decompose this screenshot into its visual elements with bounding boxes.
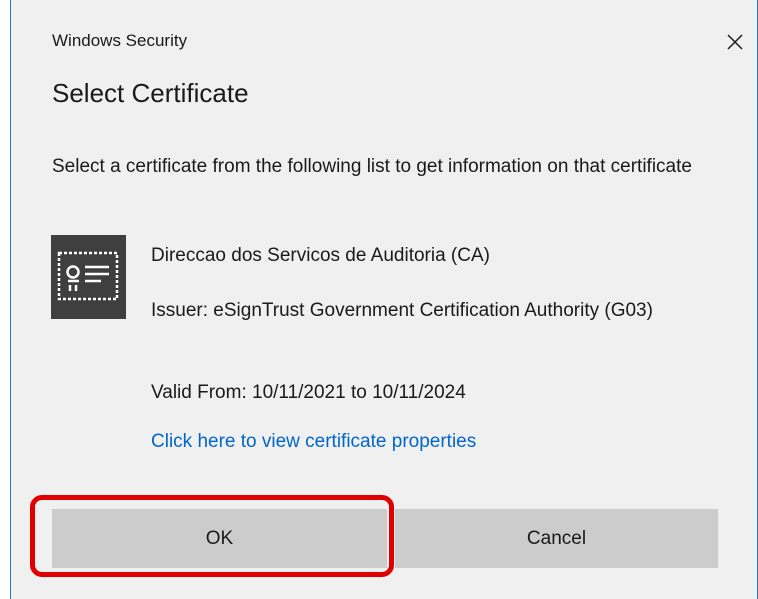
certificate-name: Direccao dos Servicos de Auditoria (CA) <box>151 245 490 266</box>
certificate-validity: Valid From: 10/11/2021 to 10/11/2024 <box>151 382 466 403</box>
close-icon <box>727 34 743 50</box>
ok-button[interactable]: OK <box>52 509 387 568</box>
certificate-issuer: Issuer: eSignTrust Government Certificat… <box>151 300 653 321</box>
view-certificate-properties-link[interactable]: Click here to view certificate propertie… <box>151 428 476 456</box>
cancel-button[interactable]: Cancel <box>395 509 718 568</box>
windows-security-dialog: Windows Security Select Certificate Sele… <box>10 0 758 599</box>
dialog-heading: Select Certificate <box>52 78 249 108</box>
button-row: OK Cancel <box>52 509 720 568</box>
dialog-description: Select a certificate from the following … <box>52 156 692 177</box>
title-bar: Windows Security <box>11 0 757 84</box>
window-title: Windows Security <box>52 31 188 50</box>
certificate-icon <box>51 235 126 319</box>
close-button[interactable] <box>713 22 757 62</box>
